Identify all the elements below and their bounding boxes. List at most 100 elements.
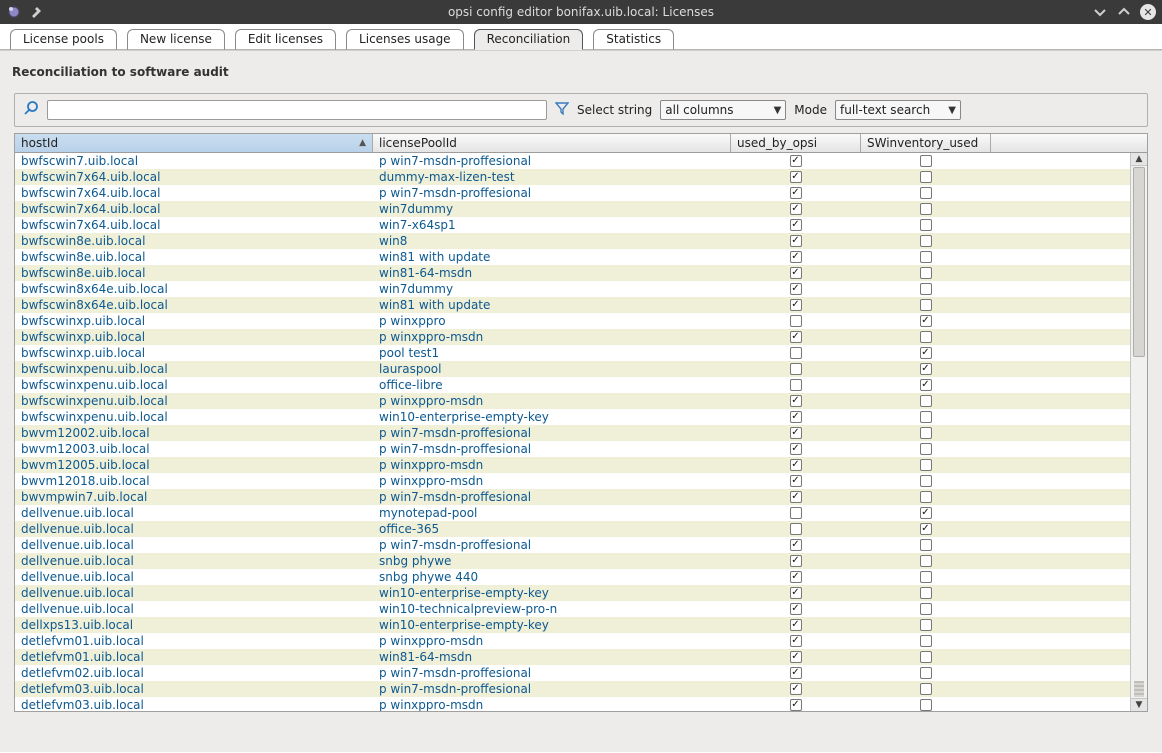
checkbox-swinventory-used[interactable] — [920, 475, 932, 487]
table-row[interactable]: bwfscwin8e.uib.localwin8 — [15, 233, 1130, 249]
checkbox-used-by-opsi[interactable] — [790, 315, 802, 327]
checkbox-swinventory-used[interactable] — [920, 251, 932, 263]
vertical-scrollbar[interactable]: ▲ ▼ — [1130, 153, 1147, 711]
tab-new-license[interactable]: New license — [127, 29, 225, 50]
checkbox-used-by-opsi[interactable] — [790, 203, 802, 215]
search-icon[interactable] — [23, 100, 39, 120]
checkbox-used-by-opsi[interactable] — [790, 683, 802, 695]
checkbox-swinventory-used[interactable] — [920, 459, 932, 471]
resize-grip-icon[interactable] — [1134, 681, 1144, 697]
checkbox-used-by-opsi[interactable] — [790, 219, 802, 231]
checkbox-swinventory-used[interactable] — [920, 171, 932, 183]
table-row[interactable]: dellvenue.uib.localmynotepad-pool — [15, 505, 1130, 521]
checkbox-used-by-opsi[interactable] — [790, 555, 802, 567]
table-row[interactable]: dellxps13.uib.localwin10-enterprise-empt… — [15, 617, 1130, 633]
table-row[interactable]: bwvm12018.uib.localp winxppro-msdn — [15, 473, 1130, 489]
checkbox-used-by-opsi[interactable] — [790, 699, 802, 711]
checkbox-used-by-opsi[interactable] — [790, 363, 802, 375]
checkbox-swinventory-used[interactable] — [920, 507, 932, 519]
column-header-swinventory-used[interactable]: SWinventory_used — [861, 134, 991, 152]
checkbox-used-by-opsi[interactable] — [790, 619, 802, 631]
checkbox-swinventory-used[interactable] — [920, 587, 932, 599]
checkbox-used-by-opsi[interactable] — [790, 571, 802, 583]
checkbox-swinventory-used[interactable] — [920, 315, 932, 327]
checkbox-swinventory-used[interactable] — [920, 603, 932, 615]
table-row[interactable]: detlefvm01.uib.localp winxppro-msdn — [15, 633, 1130, 649]
table-row[interactable]: bwfscwin8e.uib.localwin81-64-msdn — [15, 265, 1130, 281]
checkbox-swinventory-used[interactable] — [920, 619, 932, 631]
checkbox-used-by-opsi[interactable] — [790, 427, 802, 439]
tab-statistics[interactable]: Statistics — [593, 29, 674, 50]
checkbox-used-by-opsi[interactable] — [790, 475, 802, 487]
checkbox-swinventory-used[interactable] — [920, 571, 932, 583]
mode-dropdown[interactable]: full-text search ▼ — [835, 100, 961, 120]
checkbox-swinventory-used[interactable] — [920, 539, 932, 551]
table-row[interactable]: bwfscwin7x64.uib.localdummy-max-lizen-te… — [15, 169, 1130, 185]
checkbox-swinventory-used[interactable] — [920, 347, 932, 359]
checkbox-used-by-opsi[interactable] — [790, 667, 802, 679]
table-row[interactable]: detlefvm03.uib.localp winxppro-msdn — [15, 697, 1130, 711]
table-row[interactable]: bwfscwin8x64e.uib.localwin7dummy — [15, 281, 1130, 297]
table-row[interactable]: bwvm12003.uib.localp win7-msdn-proffesio… — [15, 441, 1130, 457]
scroll-up-icon[interactable]: ▲ — [1131, 153, 1147, 166]
table-row[interactable]: detlefvm02.uib.localp win7-msdn-proffesi… — [15, 665, 1130, 681]
checkbox-swinventory-used[interactable] — [920, 203, 932, 215]
checkbox-swinventory-used[interactable] — [920, 219, 932, 231]
table-row[interactable]: bwfscwin7.uib.localp win7-msdn-proffesio… — [15, 153, 1130, 169]
minimize-button[interactable] — [1092, 4, 1108, 20]
checkbox-used-by-opsi[interactable] — [790, 603, 802, 615]
table-row[interactable]: dellvenue.uib.localoffice-365 — [15, 521, 1130, 537]
checkbox-used-by-opsi[interactable] — [790, 299, 802, 311]
table-row[interactable]: detlefvm03.uib.localp win7-msdn-proffesi… — [15, 681, 1130, 697]
table-row[interactable]: bwfscwin7x64.uib.localwin7dummy — [15, 201, 1130, 217]
checkbox-swinventory-used[interactable] — [920, 491, 932, 503]
column-header-hostid[interactable]: hostId ▲ — [15, 134, 373, 152]
tab-edit-licenses[interactable]: Edit licenses — [235, 29, 336, 50]
checkbox-used-by-opsi[interactable] — [790, 459, 802, 471]
pin-icon[interactable] — [28, 4, 44, 20]
checkbox-used-by-opsi[interactable] — [790, 411, 802, 423]
tab-licenses-usage[interactable]: Licenses usage — [346, 29, 464, 50]
table-row[interactable]: bwfscwin7x64.uib.localp win7-msdn-proffe… — [15, 185, 1130, 201]
checkbox-used-by-opsi[interactable] — [790, 267, 802, 279]
table-row[interactable]: bwfscwinxpenu.uib.localwin10-enterprise-… — [15, 409, 1130, 425]
column-header-used-by-opsi[interactable]: used_by_opsi — [731, 134, 861, 152]
checkbox-used-by-opsi[interactable] — [790, 587, 802, 599]
tab-reconciliation[interactable]: Reconciliation — [474, 29, 584, 50]
checkbox-used-by-opsi[interactable] — [790, 395, 802, 407]
table-row[interactable]: bwfscwinxpenu.uib.localp winxppro-msdn — [15, 393, 1130, 409]
checkbox-used-by-opsi[interactable] — [790, 235, 802, 247]
checkbox-used-by-opsi[interactable] — [790, 443, 802, 455]
checkbox-used-by-opsi[interactable] — [790, 523, 802, 535]
checkbox-used-by-opsi[interactable] — [790, 331, 802, 343]
table-row[interactable]: bwfscwinxp.uib.localpool test1 — [15, 345, 1130, 361]
checkbox-swinventory-used[interactable] — [920, 651, 932, 663]
checkbox-swinventory-used[interactable] — [920, 299, 932, 311]
table-row[interactable]: dellvenue.uib.localwin10-technicalprevie… — [15, 601, 1130, 617]
select-string-dropdown[interactable]: all columns ▼ — [660, 100, 786, 120]
checkbox-swinventory-used[interactable] — [920, 395, 932, 407]
table-row[interactable]: dellvenue.uib.localwin10-enterprise-empt… — [15, 585, 1130, 601]
checkbox-used-by-opsi[interactable] — [790, 187, 802, 199]
checkbox-used-by-opsi[interactable] — [790, 155, 802, 167]
table-row[interactable]: bwfscwinxpenu.uib.locallauraspool — [15, 361, 1130, 377]
checkbox-swinventory-used[interactable] — [920, 635, 932, 647]
checkbox-swinventory-used[interactable] — [920, 427, 932, 439]
checkbox-used-by-opsi[interactable] — [790, 283, 802, 295]
checkbox-used-by-opsi[interactable] — [790, 347, 802, 359]
close-button[interactable]: ✕ — [1140, 4, 1156, 20]
checkbox-used-by-opsi[interactable] — [790, 651, 802, 663]
checkbox-swinventory-used[interactable] — [920, 187, 932, 199]
checkbox-used-by-opsi[interactable] — [790, 507, 802, 519]
checkbox-swinventory-used[interactable] — [920, 523, 932, 535]
checkbox-swinventory-used[interactable] — [920, 699, 932, 711]
table-row[interactable]: bwvmpwin7.uib.localp win7-msdn-proffesio… — [15, 489, 1130, 505]
table-row[interactable]: bwvm12005.uib.localp winxppro-msdn — [15, 457, 1130, 473]
checkbox-swinventory-used[interactable] — [920, 411, 932, 423]
filter-icon[interactable] — [555, 101, 569, 119]
table-row[interactable]: bwfscwin7x64.uib.localwin7-x64sp1 — [15, 217, 1130, 233]
checkbox-swinventory-used[interactable] — [920, 443, 932, 455]
scroll-down-icon[interactable]: ▼ — [1131, 698, 1147, 711]
table-row[interactable]: bwfscwin8e.uib.localwin81 with update — [15, 249, 1130, 265]
table-row[interactable]: dellvenue.uib.localp win7-msdn-proffesio… — [15, 537, 1130, 553]
